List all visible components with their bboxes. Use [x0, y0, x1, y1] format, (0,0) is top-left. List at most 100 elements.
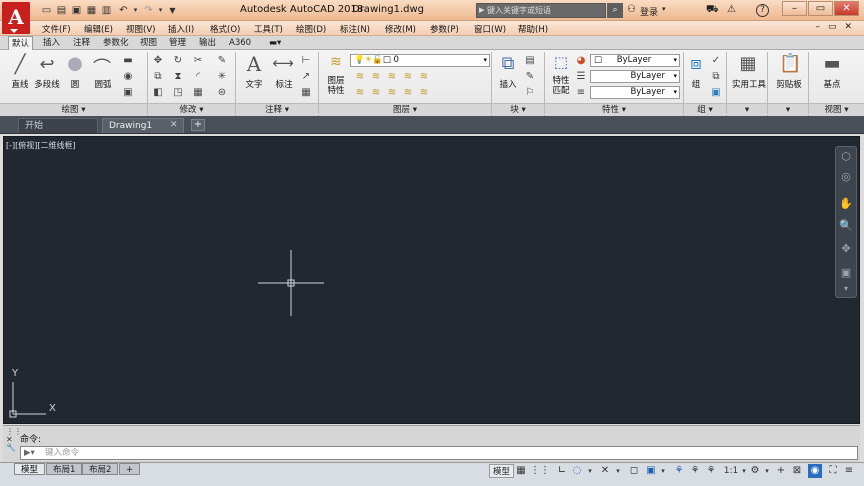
annotation-scale-icon[interactable]: ⚘ [704, 464, 718, 478]
scale-icon[interactable]: ◳ [172, 87, 184, 98]
customize-dropdown-icon[interactable]: ▼ [166, 4, 179, 17]
base-view-label[interactable]: 基点 [816, 78, 848, 90]
layer-combo[interactable]: 💡☀🔓□ 0 ▾ [350, 54, 490, 67]
search-icon[interactable]: ⌕ [607, 3, 623, 18]
ribbon-toggle-icon[interactable]: ▬▾ [266, 36, 284, 50]
customization-menu-icon[interactable]: ≡ [842, 464, 856, 478]
linetype-combo[interactable]: ByLayer ▾ [590, 70, 680, 83]
utilities-label[interactable]: 实用工具 [729, 78, 769, 90]
close-button[interactable]: ✕ [834, 1, 859, 16]
user-icon[interactable]: ⚇ [627, 4, 636, 15]
tab-insert[interactable]: 插入 [40, 36, 63, 50]
isodraft-icon[interactable]: ✕ [598, 464, 612, 478]
layer-tool-icon[interactable]: ≋ [418, 71, 430, 82]
viewport-controls-label[interactable]: [-][俯视][二维线框] [6, 140, 76, 151]
group-select-icon[interactable]: ▣ [710, 87, 722, 98]
drawing-canvas[interactable] [3, 136, 860, 424]
layer-tool-icon[interactable]: ≋ [386, 87, 398, 98]
navbar-menu-icon[interactable]: ▾ [839, 284, 853, 293]
layout-tab-model[interactable]: 模型 [14, 463, 46, 475]
group-edit-icon[interactable]: ⧉ [710, 71, 722, 82]
annotation-panel-title[interactable]: 注释 ▾ [236, 103, 318, 116]
doc-tab-start[interactable]: 开始 [18, 118, 98, 133]
view-panel-title[interactable]: 视图 ▾ [809, 103, 864, 116]
new-file-icon[interactable]: ▭ [40, 4, 53, 17]
match-properties-label[interactable]: 特性 匹配 [549, 76, 573, 96]
layer-properties-label[interactable]: 图层 特性 [324, 76, 348, 96]
draw-panel-title[interactable]: 绘图 ▾ [0, 103, 147, 116]
pan-icon[interactable]: ✋ [839, 197, 853, 210]
tab-view[interactable]: 视图 [137, 36, 160, 50]
isodraft-dropdown-icon[interactable]: ▾ [613, 464, 623, 478]
steering-wheel-icon[interactable]: ◎ [839, 170, 853, 183]
annotation-autoscale-icon[interactable]: ⚘ [688, 464, 702, 478]
layer-tool-icon[interactable]: ≋ [370, 71, 382, 82]
layer-tool-icon[interactable]: ≋ [354, 87, 366, 98]
hardware-acceleration-icon[interactable]: ◉ [808, 464, 822, 478]
circle-icon[interactable]: ● [64, 53, 86, 74]
model-space-button[interactable]: 模型 [489, 464, 515, 478]
tab-default[interactable]: 默认 [8, 36, 34, 50]
clipboard-label[interactable]: 剪贴板 [770, 78, 808, 90]
lineweight-icon[interactable]: ≡ [575, 87, 587, 98]
polyline-tool-label[interactable]: 多段线 [33, 78, 61, 90]
menu-file[interactable]: 文件(F) [42, 23, 71, 35]
hatch-icon[interactable]: ▣ [122, 87, 134, 98]
linear-dim-icon[interactable]: ⊢ [300, 55, 312, 66]
print-icon[interactable]: ▥ [100, 4, 113, 17]
new-layout-icon[interactable]: + [119, 463, 141, 475]
command-prompt-icon[interactable]: ▶▾ [24, 447, 35, 459]
match-properties-icon[interactable]: ⬚ [551, 53, 571, 71]
layer-tool-icon[interactable]: ≋ [402, 71, 414, 82]
tab-annotate[interactable]: 注释 [70, 36, 93, 50]
insert-block-icon[interactable]: ⧉ [498, 53, 518, 74]
trim-icon[interactable]: ✂ [192, 55, 204, 66]
mirror-icon[interactable]: ⧗ [172, 71, 184, 82]
stretch-icon[interactable]: ◧ [152, 87, 164, 98]
menu-dimension[interactable]: 标注(N) [340, 23, 370, 35]
workspace-dropdown-icon[interactable]: ▾ [762, 464, 772, 478]
menu-parametric[interactable]: 参数(P) [430, 23, 459, 35]
undo-dropdown-icon[interactable]: ▾ [129, 4, 142, 17]
login-button[interactable]: 登录 [640, 5, 658, 18]
insert-block-label[interactable]: 插入 [496, 78, 520, 90]
help-icon[interactable]: ? [756, 4, 769, 17]
erase-icon[interactable]: ✎ [216, 55, 228, 66]
menu-view[interactable]: 视图(V) [126, 23, 155, 35]
dimension-icon[interactable]: ⟷ [272, 54, 294, 72]
menu-tools[interactable]: 工具(T) [254, 23, 283, 35]
menu-draw[interactable]: 绘图(D) [296, 23, 326, 35]
cart-icon[interactable]: ⛟ [706, 4, 719, 17]
menu-help[interactable]: 帮助(H) [518, 23, 548, 35]
tab-output[interactable]: 输出 [196, 36, 219, 50]
showmotion-icon[interactable]: ▣ [839, 266, 853, 279]
rectangle-icon[interactable]: ▬ [122, 55, 134, 66]
application-menu-button[interactable]: A [2, 2, 30, 34]
mdi-window-controls[interactable]: –▭✕ [815, 22, 860, 32]
snap-icon[interactable]: ⋮⋮ [530, 464, 550, 478]
layer-properties-icon[interactable]: ≋ [326, 54, 346, 70]
a360-icon[interactable]: ⚠ [727, 4, 736, 15]
utilities-panel-dropdown[interactable]: ▾ [727, 103, 767, 116]
zoom-icon[interactable]: 🔍 [839, 219, 853, 232]
grid-icon[interactable]: ▦ [514, 464, 528, 478]
group-tool-label[interactable]: 组 [686, 78, 706, 90]
edit-block-icon[interactable]: ✎ [524, 71, 536, 82]
menu-modify[interactable]: 修改(M) [385, 23, 416, 35]
polyline-icon[interactable]: ↩ [37, 54, 57, 75]
color-combo[interactable]: □ ByLayer ▾ [590, 54, 680, 67]
line-tool-label[interactable]: 直线 [8, 78, 32, 90]
lineweight-combo[interactable]: ByLayer ▾ [590, 86, 680, 99]
menu-insert[interactable]: 插入(I) [168, 23, 194, 35]
layer-tool-icon[interactable]: ≋ [418, 87, 430, 98]
viewcube-icon[interactable]: ⬡ [839, 150, 853, 163]
orbit-icon[interactable]: ✥ [839, 242, 853, 255]
linetype-icon[interactable]: ☰ [575, 71, 587, 82]
table-icon[interactable]: ▦ [300, 87, 312, 98]
group-icon[interactable]: ⧈ [686, 53, 706, 74]
minimize-button[interactable]: – [782, 1, 807, 16]
clipboard-panel-dropdown[interactable]: ▾ [768, 103, 808, 116]
modify-panel-title[interactable]: 修改 ▾ [148, 103, 235, 116]
line-icon[interactable]: ╱ [10, 54, 30, 75]
rotate-icon[interactable]: ↻ [172, 55, 184, 66]
